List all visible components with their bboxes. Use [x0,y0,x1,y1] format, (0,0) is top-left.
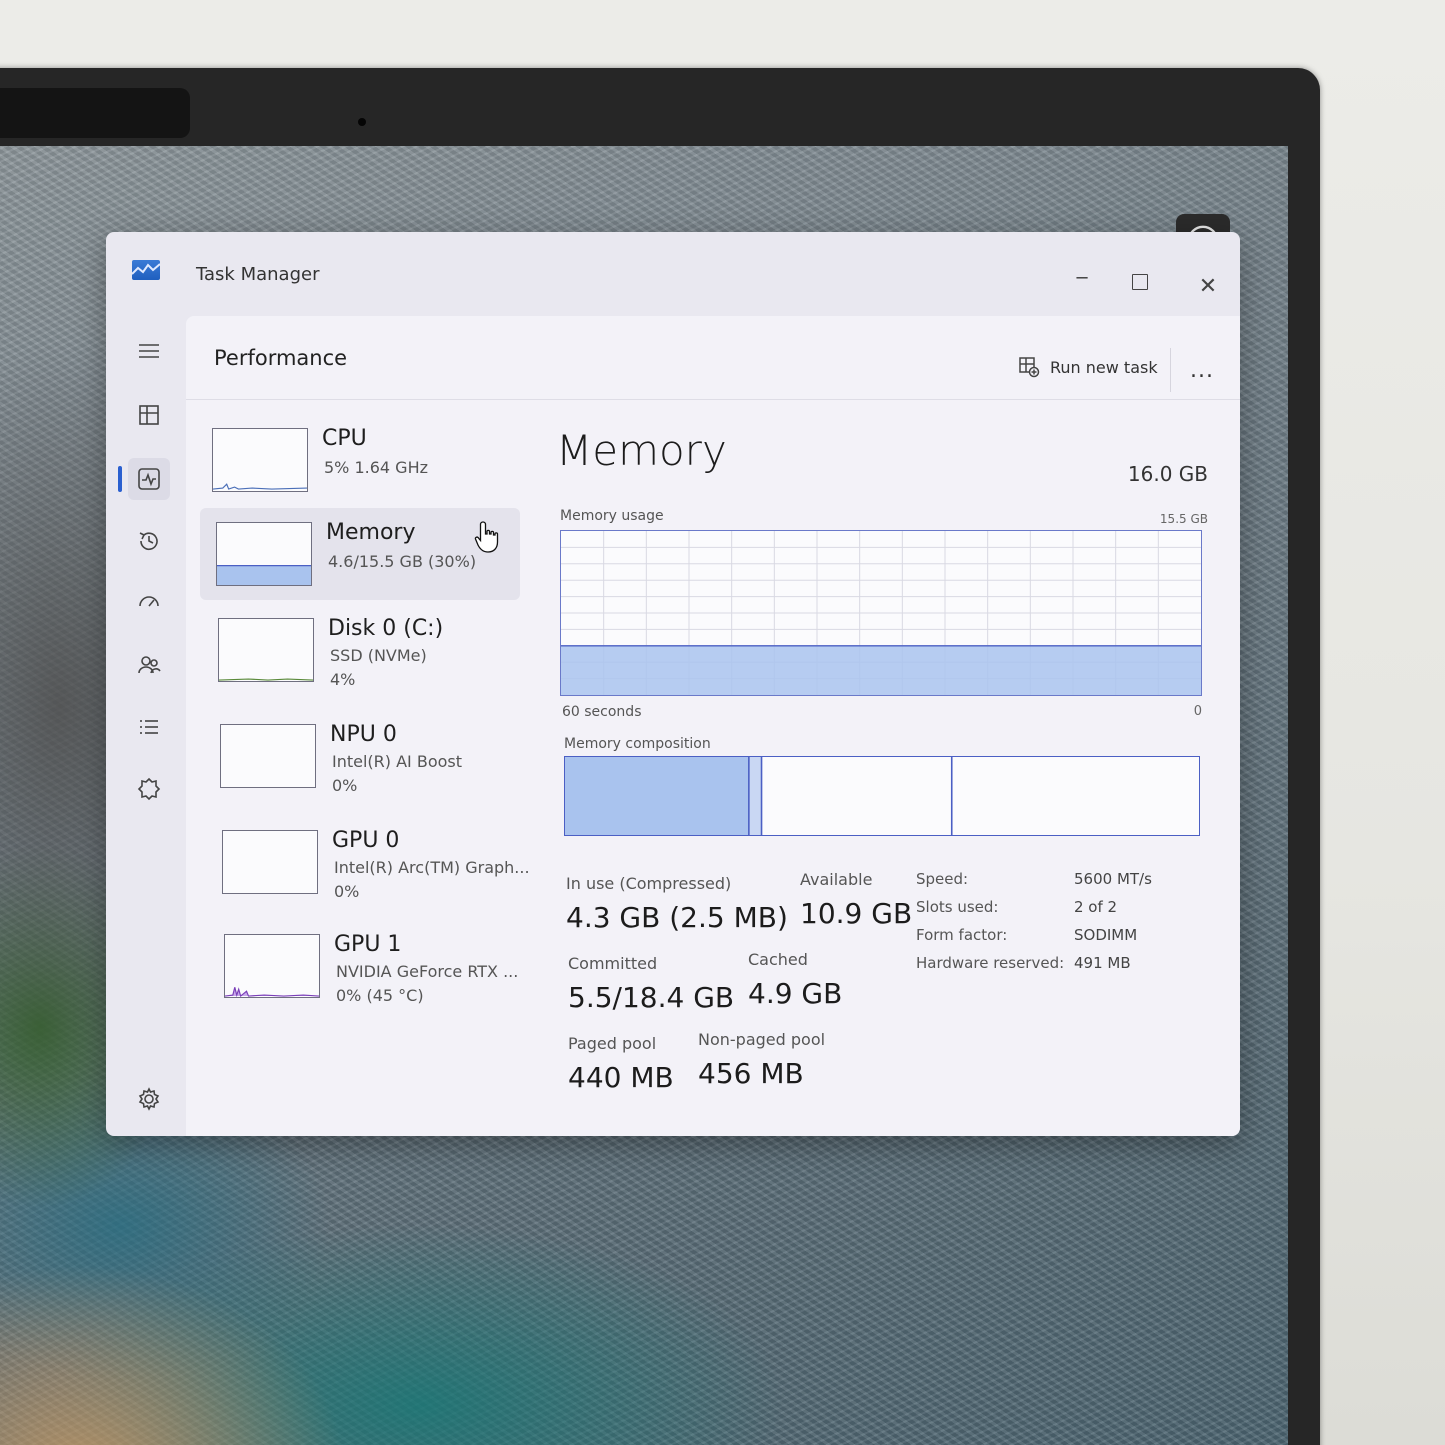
stat-label: Non-paged pool [698,1030,826,1049]
gpu0-thumbnail-graph [222,830,318,894]
startup-apps-icon[interactable] [128,582,170,624]
stat-value: 5.5/18.4 GB [568,981,735,1014]
prop-value: 2 of 2 [1074,898,1118,916]
task-manager-icon [132,260,160,280]
composition-modified[interactable] [748,757,762,835]
prop-key: Form factor: [916,926,1008,944]
device-name: CPU [322,426,367,451]
cpu-thumbnail-graph [212,428,308,492]
graph-time-axis-label: 60 seconds [562,704,642,720]
run-new-task-label: Run new task [1050,357,1158,377]
hamburger-icon[interactable] [128,330,170,372]
webcam-lens [358,118,366,126]
memory-total: 16.0 GB [1127,462,1208,486]
prop-value: 491 MB [1074,954,1131,972]
device-name: Memory [326,520,416,545]
memory-composition-bar [564,756,1200,836]
stat-label: Committed [568,954,658,973]
device-cpu[interactable]: CPU 5% 1.64 GHz [196,414,516,506]
stat-label: In use (Compressed) [566,874,732,893]
stat-label: Paged pool [568,1034,657,1053]
memory-usage-graph [560,530,1202,696]
prop-key: Slots used: [916,898,999,916]
device-name: NPU 0 [330,722,397,747]
prop-speed: Speed: 5600 MT/s [916,870,1216,894]
memory-thumbnail-graph [216,522,312,586]
close-icon[interactable]: ✕ [1196,274,1220,299]
run-new-task-button[interactable]: Run new task [1018,356,1158,378]
nav-sidebar [106,316,186,1136]
header-divider [1170,348,1171,392]
stat-value: 456 MB [698,1057,804,1090]
memory-usage-max: 15.5 GB [1159,512,1208,526]
task-manager-window: Task Manager ─ ✕ Performance Run new tas… [106,232,1240,1136]
device-usage: 0% (45 °C) [336,986,424,1005]
memory-title: Memory [556,426,727,475]
stat-committed: Committed 5.5/18.4 GB [568,954,734,1014]
processes-icon[interactable] [128,394,170,436]
stat-label: Available [800,870,873,889]
camera-housing [0,88,190,138]
performance-icon[interactable] [128,458,170,500]
title-bar[interactable]: Task Manager ─ ✕ [106,232,1240,316]
stat-label: Cached [748,950,808,969]
history-icon[interactable] [128,520,170,562]
prop-value: 5600 MT/s [1074,870,1152,888]
device-gpu1[interactable]: GPU 1 NVIDIA GeForce RTX ... 0% (45 °C) [208,920,528,1012]
device-detail: 4.6/15.5 GB (30%) [328,552,477,571]
details-list-icon[interactable] [128,706,170,748]
prop-slots: Slots used: 2 of 2 [916,898,1216,922]
gear-icon[interactable] [128,1078,170,1120]
device-name: GPU 1 [334,932,402,957]
stat-cached: Cached 4.9 GB [748,950,842,1010]
more-options-button[interactable]: ... [1190,358,1214,383]
device-disk[interactable]: Disk 0 (C:) SSD (NVMe) 4% [202,604,522,696]
prop-value: SODIMM [1074,926,1138,944]
stat-paged-pool: Paged pool 440 MB [568,1034,674,1094]
device-detail: 5% 1.64 GHz [324,458,429,477]
device-detail: Intel(R) Arc(TM) Graph... [334,858,530,877]
stat-value: 4.9 GB [748,977,843,1010]
hand-cursor-icon [474,521,499,553]
users-icon[interactable] [128,644,170,686]
stat-in-use: In use (Compressed) 4.3 GB (2.5 MB) [566,874,788,934]
maximize-icon[interactable] [1132,274,1148,290]
device-usage: 0% [332,776,358,795]
composition-in-use[interactable] [565,757,749,835]
stat-non-paged-pool: Non-paged pool 456 MB [698,1030,825,1090]
page-header: Performance Run new task ... [186,316,1240,400]
active-indicator [118,466,122,492]
stat-value: 4.3 GB (2.5 MB) [566,901,788,934]
minimize-icon[interactable]: ─ [1070,266,1094,290]
stat-value: 440 MB [568,1061,674,1094]
performance-page: Performance Run new task ... CPU 5% 1.64… [186,316,1240,1136]
device-detail: SSD (NVMe) [330,646,427,665]
disk-thumbnail-graph [218,618,314,682]
device-usage: 0% [334,882,360,901]
prop-hardware-reserved: Hardware reserved: 491 MB [916,954,1216,978]
prop-form-factor: Form factor: SODIMM [916,926,1216,950]
memory-composition-label: Memory composition [564,736,711,752]
usage-area [561,645,1201,695]
npu-thumbnail-graph [220,724,316,788]
device-memory[interactable]: Memory 4.6/15.5 GB (30%) [200,508,520,600]
graph-zero-label: 0 [1193,704,1202,719]
prop-key: Speed: [916,870,969,888]
stat-value: 10.9 GB [800,897,913,930]
device-gpu0[interactable]: GPU 0 Intel(R) Arc(TM) Graph... 0% [206,816,530,908]
device-usage: 4% [330,670,356,689]
device-detail: NVIDIA GeForce RTX ... [336,962,519,981]
window-title: Task Manager [196,264,320,285]
gpu1-thumbnail-graph [224,934,320,998]
page-title: Performance [214,346,348,370]
memory-usage-label: Memory usage [560,508,664,524]
prop-key: Hardware reserved: [916,954,1065,972]
device-detail: Intel(R) AI Boost [332,752,463,771]
run-task-icon [1019,357,1040,378]
device-name: GPU 0 [332,828,400,853]
services-icon[interactable] [128,768,170,810]
device-npu[interactable]: NPU 0 Intel(R) AI Boost 0% [204,710,524,802]
device-name: Disk 0 (C:) [328,616,444,641]
stat-available: Available 10.9 GB [800,870,912,930]
